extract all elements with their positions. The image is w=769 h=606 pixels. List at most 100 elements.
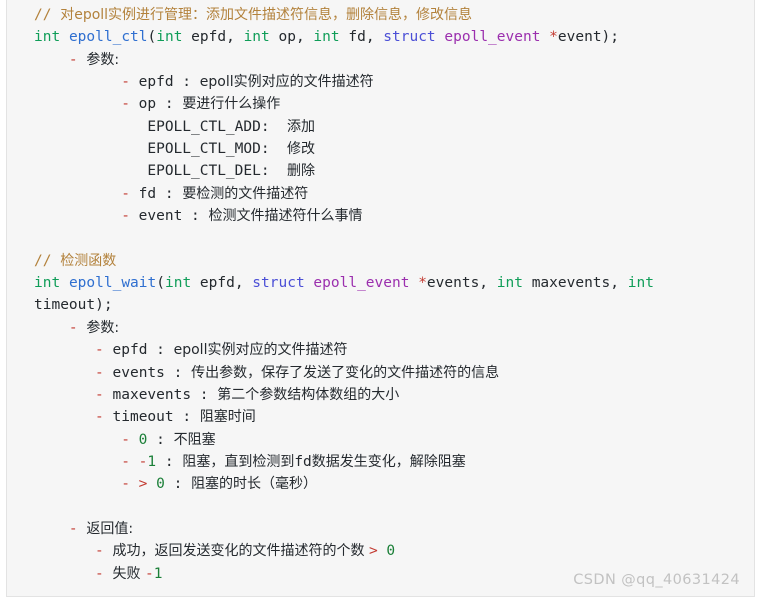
line-20-timeout-zero-token-3: 不阻塞 bbox=[173, 431, 216, 448]
line-24-return-label-token-0: - bbox=[68, 520, 87, 537]
line-2-signature-epoll-ctl-token-7: op, bbox=[269, 29, 314, 46]
line-2-signature-epoll-ctl-token-12: epoll_event bbox=[444, 29, 541, 46]
line-13-signature-epoll-wait-part1-token-14: int bbox=[627, 275, 654, 292]
line-5-param-op: - op : 要进行什么操作 bbox=[7, 93, 754, 115]
line-7-epoll-ctl-mod-token-1: 修改 bbox=[287, 141, 316, 158]
line-16-param-epfd: - epfd : epoll实例对应的文件描述符 bbox=[7, 339, 754, 361]
line-26-return-fail-token-1: 失败 bbox=[112, 565, 145, 582]
line-17-param-events: - events : 传出参数，保存了发送了变化的文件描述符的信息 bbox=[7, 362, 754, 384]
line-12-comment-detect-fn: // 检测函数 bbox=[7, 250, 754, 272]
line-4-param-epfd: - epfd : epoll实例对应的文件描述符 bbox=[7, 71, 754, 93]
line-22-timeout-greater-zero-token-2 bbox=[147, 476, 156, 492]
line-5-param-op-token-1: op : bbox=[138, 96, 183, 113]
line-10-param-event-token-1: event : bbox=[138, 208, 209, 225]
line-17-param-events-token-2: 传出参数，保存了发送了变化的文件描述符的信息 bbox=[191, 364, 500, 381]
line-16-param-epfd-token-0: - bbox=[95, 342, 113, 359]
line-24-return-label-token-1: 返回值: bbox=[86, 520, 134, 537]
line-22-timeout-greater-zero-token-3: 0 bbox=[156, 476, 165, 493]
line-10-param-event-token-2: 检测文件描述符什么事情 bbox=[208, 208, 363, 225]
line-14-signature-epoll-wait-part2-token-0: timeout); bbox=[34, 297, 113, 314]
line-21-timeout-minus-one-token-4: 阻塞，直到检测到 bbox=[182, 453, 295, 470]
line-21-timeout-minus-one-token-2: 1 bbox=[147, 453, 157, 470]
line-2-signature-epoll-ctl-token-3: ( bbox=[147, 29, 157, 46]
line-25-return-success-token-2: > bbox=[368, 543, 378, 560]
line-13-signature-epoll-wait-part1-token-10: * bbox=[418, 275, 427, 292]
line-15-params-label-token-1: 参数: bbox=[86, 319, 120, 336]
line-20-timeout-zero: - 0 : 不阻塞 bbox=[7, 429, 754, 451]
line-13-signature-epoll-wait-part1-token-3: ( bbox=[156, 275, 165, 292]
line-5-param-op-token-2: 要进行什么操作 bbox=[182, 96, 281, 113]
line-19-param-timeout: - timeout : 阻塞时间 bbox=[7, 406, 754, 428]
line-20-timeout-zero-token-0: - bbox=[121, 431, 139, 448]
line-15-params-label-token-0: - bbox=[68, 319, 87, 336]
line-2-signature-epoll-ctl-token-1 bbox=[60, 29, 69, 45]
line-21-timeout-minus-one-token-0: - bbox=[121, 453, 139, 470]
line-15-params-label: - 参数: bbox=[7, 317, 754, 339]
line-8-epoll-ctl-del-token-0: EPOLL_CTL_DEL: bbox=[147, 163, 288, 180]
line-13-signature-epoll-wait-part1-token-6: struct bbox=[252, 275, 305, 292]
line-2-signature-epoll-ctl: int epoll_ctl(int epfd, int op, int fd, … bbox=[7, 26, 754, 48]
line-2-signature-epoll-ctl-token-9: fd, bbox=[339, 29, 384, 46]
line-26-return-fail-token-0: - bbox=[95, 565, 113, 582]
line-1-comment-epoll-ctl: // 对epoll实例进行管理：添加文件描述符信息，删除信息，修改信息 bbox=[7, 4, 754, 26]
csdn-watermark: CSDN @qq_40631424 bbox=[573, 572, 740, 588]
line-26-return-fail-token-2: - bbox=[144, 565, 154, 582]
line-6-epoll-ctl-add-token-0: EPOLL_CTL_ADD: bbox=[147, 118, 288, 135]
line-9-param-fd: - fd : 要检测的文件描述符 bbox=[7, 183, 754, 205]
line-4-param-epfd-token-2: epoll实例对应的文件描述符 bbox=[199, 74, 374, 91]
line-22-timeout-greater-zero-token-4: : bbox=[164, 476, 192, 493]
line-21-timeout-minus-one-token-3: : bbox=[156, 453, 183, 470]
line-13-signature-epoll-wait-part1-token-9 bbox=[409, 275, 418, 291]
line-21-timeout-minus-one-token-6: 数据发生变化，解除阻塞 bbox=[311, 453, 466, 470]
line-11-blank bbox=[7, 227, 754, 249]
line-2-signature-epoll-ctl-token-2: epoll_ctl bbox=[68, 29, 148, 46]
line-2-signature-epoll-ctl-token-5: epfd, bbox=[182, 29, 244, 46]
line-21-timeout-minus-one-token-5: fd bbox=[294, 453, 312, 470]
line-19-param-timeout-token-1: timeout : bbox=[112, 409, 200, 426]
line-6-epoll-ctl-add: EPOLL_CTL_ADD: 添加 bbox=[7, 116, 754, 138]
line-9-param-fd-token-2: 要检测的文件描述符 bbox=[182, 185, 309, 202]
line-13-signature-epoll-wait-part1-token-0: int bbox=[34, 275, 61, 292]
code-block: // 对epoll实例进行管理：添加文件描述符信息，删除信息，修改信息 int e… bbox=[6, 0, 755, 597]
line-5-param-op-token-0: - bbox=[121, 96, 139, 113]
line-22-timeout-greater-zero: - > 0 : 阻塞的时长（毫秒） bbox=[7, 473, 754, 495]
line-9-param-fd-token-1: fd : bbox=[138, 185, 183, 202]
line-18-param-maxevents-token-0: - bbox=[95, 386, 113, 403]
line-4-param-epfd-token-0: - bbox=[121, 74, 139, 91]
line-16-param-epfd-token-2: epoll实例对应的文件描述符 bbox=[173, 342, 348, 359]
line-12-comment-detect-fn-token-0: // bbox=[34, 252, 61, 269]
line-22-timeout-greater-zero-token-0: - bbox=[121, 476, 139, 493]
code-lines-container: // 对epoll实例进行管理：添加文件描述符信息，删除信息，修改信息 int e… bbox=[7, 0, 754, 585]
line-13-signature-epoll-wait-part1-token-12: int bbox=[496, 275, 523, 292]
line-2-signature-epoll-ctl-token-0: int bbox=[34, 29, 61, 46]
line-2-signature-epoll-ctl-token-4: int bbox=[156, 29, 183, 46]
line-19-param-timeout-token-2: 阻塞时间 bbox=[199, 409, 256, 426]
line-18-param-maxevents-token-1: maxevents : bbox=[112, 386, 218, 403]
line-13-signature-epoll-wait-part1-token-8: epoll_event bbox=[313, 275, 410, 292]
line-2-signature-epoll-ctl-token-6: int bbox=[243, 29, 270, 46]
line-25-return-success-token-4: 0 bbox=[386, 543, 396, 560]
line-17-param-events-token-0: - bbox=[95, 364, 113, 381]
line-19-param-timeout-token-0: - bbox=[95, 409, 113, 426]
line-13-signature-epoll-wait-part1-token-11: events, bbox=[426, 275, 497, 292]
line-2-signature-epoll-ctl-token-13 bbox=[540, 29, 549, 45]
line-7-epoll-ctl-mod-token-0: EPOLL_CTL_MOD: bbox=[147, 141, 288, 158]
line-21-timeout-minus-one: - -1 : 阻塞，直到检测到fd数据发生变化，解除阻塞 bbox=[7, 451, 754, 473]
line-13-signature-epoll-wait-part1-token-2: epoll_wait bbox=[68, 275, 157, 292]
line-2-signature-epoll-ctl-token-15: event); bbox=[557, 29, 620, 46]
line-7-epoll-ctl-mod: EPOLL_CTL_MOD: 修改 bbox=[7, 138, 754, 160]
line-8-epoll-ctl-del: EPOLL_CTL_DEL: 删除 bbox=[7, 160, 754, 182]
line-3-params-label: - 参数: bbox=[7, 49, 754, 71]
line-17-param-events-token-1: events : bbox=[112, 364, 192, 381]
line-25-return-success: - 成功，返回发送变化的文件描述符的个数 > 0 bbox=[7, 540, 754, 562]
line-13-signature-epoll-wait-part1-token-5: epfd, bbox=[191, 275, 253, 292]
line-16-param-epfd-token-1: epfd : bbox=[112, 342, 174, 359]
line-3-params-label-token-1: 参数: bbox=[86, 51, 120, 68]
line-2-signature-epoll-ctl-token-8: int bbox=[313, 29, 340, 46]
line-6-epoll-ctl-add-token-1: 添加 bbox=[287, 118, 316, 135]
line-23-blank bbox=[7, 496, 754, 518]
line-4-param-epfd-token-1: epfd : bbox=[138, 74, 200, 91]
line-13-signature-epoll-wait-part1-token-4: int bbox=[164, 275, 192, 292]
line-10-param-event-token-0: - bbox=[121, 208, 139, 225]
line-22-timeout-greater-zero-token-5: 阻塞的时长（毫秒） bbox=[191, 476, 318, 493]
